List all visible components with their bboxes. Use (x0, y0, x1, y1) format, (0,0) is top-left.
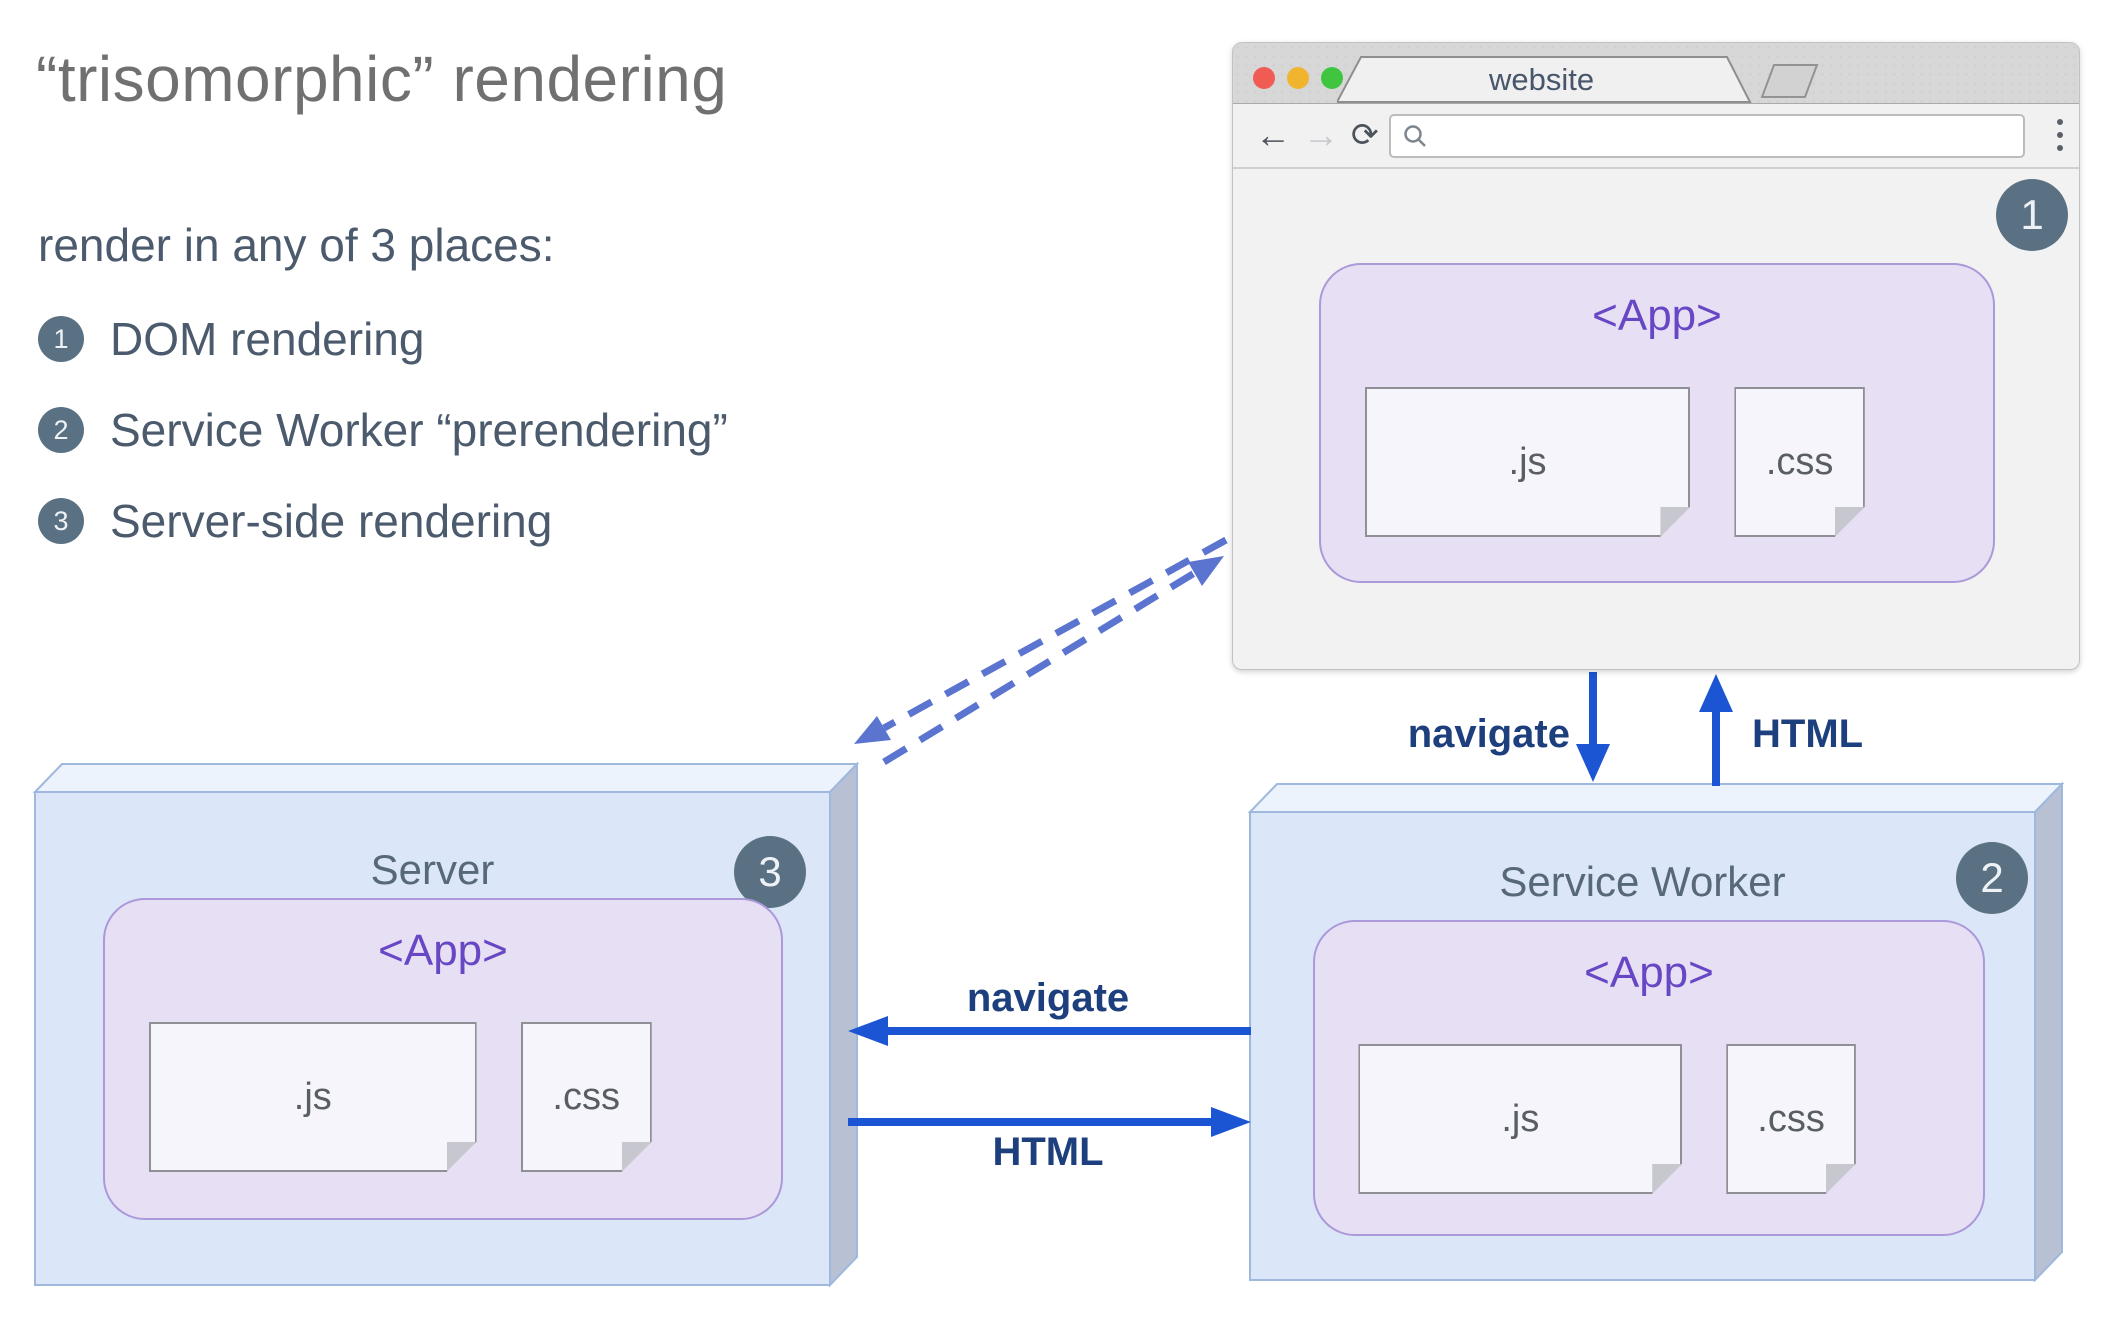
page-fold-icon (447, 1142, 477, 1172)
browser-titlebar: website (1233, 43, 2079, 104)
css-file-icon: .css (521, 1022, 652, 1172)
minimize-window-icon[interactable] (1287, 67, 1309, 89)
browser-window: website ← → ⟳ <App> .js .css (1232, 42, 2080, 670)
app-files: .js .css (149, 1022, 727, 1168)
service-worker-app-box: <App> .js .css (1313, 920, 1985, 1236)
new-tab-button[interactable] (1760, 64, 1819, 98)
trisomorphic-rendering-diagram: “trisomorphic” rendering render in any o… (0, 0, 2108, 1328)
service-worker-box-right-bevel (2034, 781, 2063, 1283)
app-files: .js .css (1358, 1044, 1929, 1190)
list-badge-3: 3 (38, 498, 84, 544)
browser-app-box: <App> .js .css (1319, 263, 1995, 583)
server-box-right-bevel (829, 761, 858, 1288)
navigate-label-vertical: navigate (1407, 712, 1570, 756)
js-file-label: .js (1508, 440, 1547, 483)
html-label-horizontal: HTML (992, 1130, 1104, 1174)
page-fold-icon (1826, 1164, 1856, 1194)
app-tag-label: <App> (1584, 948, 1714, 997)
html-arrow-up (1699, 674, 1733, 786)
js-file-label: .js (1501, 1097, 1540, 1140)
close-window-icon[interactable] (1253, 67, 1275, 89)
js-file-icon: .js (1358, 1044, 1682, 1194)
page-fold-icon (1652, 1164, 1682, 1194)
arrowhead-down (1576, 744, 1610, 782)
search-icon (1404, 125, 1426, 147)
js-file-label: .js (293, 1075, 332, 1118)
list-item-label: Server-side rendering (110, 495, 553, 547)
dashed-arrow-browser-to-server (854, 536, 1228, 744)
list-badge-2: 2 (38, 407, 84, 453)
url-bar[interactable] (1389, 114, 2025, 158)
css-file-label: .css (1757, 1097, 1825, 1140)
css-file-label: .css (1765, 440, 1834, 483)
badge-service-worker-prerendering: 2 (1956, 842, 2028, 914)
arrowhead-right (1211, 1107, 1251, 1137)
css-file-icon: .css (1734, 387, 1864, 537)
list-item: 1 DOM rendering (38, 313, 728, 365)
navigate-label-horizontal: navigate (966, 976, 1130, 1020)
list-item-label: DOM rendering (110, 313, 425, 365)
tab-title[interactable]: website (1489, 55, 1594, 103)
js-file-icon: .js (1365, 387, 1691, 537)
list-item: 3 Server-side rendering (38, 495, 728, 547)
dashed-arrow-server-to-browser (882, 556, 1224, 765)
page-fold-icon (1660, 507, 1690, 537)
dashed-line (882, 536, 1228, 732)
css-file-icon: .css (1726, 1044, 1856, 1194)
back-icon[interactable]: ← (1255, 104, 1291, 165)
list-item: 2 Service Worker “prerendering” (38, 404, 728, 456)
refresh-icon[interactable]: ⟳ (1351, 104, 1379, 165)
dashed-line (882, 569, 1198, 765)
page-subtitle: render in any of 3 places: (38, 219, 555, 271)
render-places-list: 1 DOM rendering 2 Service Worker “preren… (38, 313, 728, 589)
browser-toolbar: ← → ⟳ (1233, 104, 2079, 169)
page-fold-icon (1835, 507, 1865, 537)
badge-dom-rendering: 1 (1996, 179, 2068, 251)
server-app-box: <App> .js .css (103, 898, 783, 1220)
list-item-label: Service Worker “prerendering” (110, 404, 728, 456)
server-title: Server (370, 846, 495, 893)
page-fold-icon (622, 1142, 652, 1172)
js-file-icon: .js (149, 1022, 477, 1172)
css-file-label: .css (552, 1075, 620, 1118)
arrowhead-up (1699, 674, 1733, 712)
kebab-menu-icon[interactable] (2057, 104, 2063, 165)
service-worker-box-top-bevel (1247, 783, 2065, 813)
forward-icon[interactable]: → (1303, 104, 1339, 165)
app-tag-label: <App> (1592, 291, 1722, 340)
list-badge-1: 1 (38, 316, 84, 362)
dashed-arrowhead-to-browser (1188, 556, 1224, 586)
app-files: .js .css (1365, 387, 1940, 533)
navigate-arrow-down (1576, 672, 1610, 782)
page-title: “trisomorphic” rendering (36, 43, 728, 115)
app-tag-label: <App> (378, 926, 508, 975)
html-label-vertical: HTML (1752, 712, 1864, 756)
service-worker-title: Service Worker (1499, 858, 1786, 905)
server-box-top-bevel (32, 763, 860, 793)
